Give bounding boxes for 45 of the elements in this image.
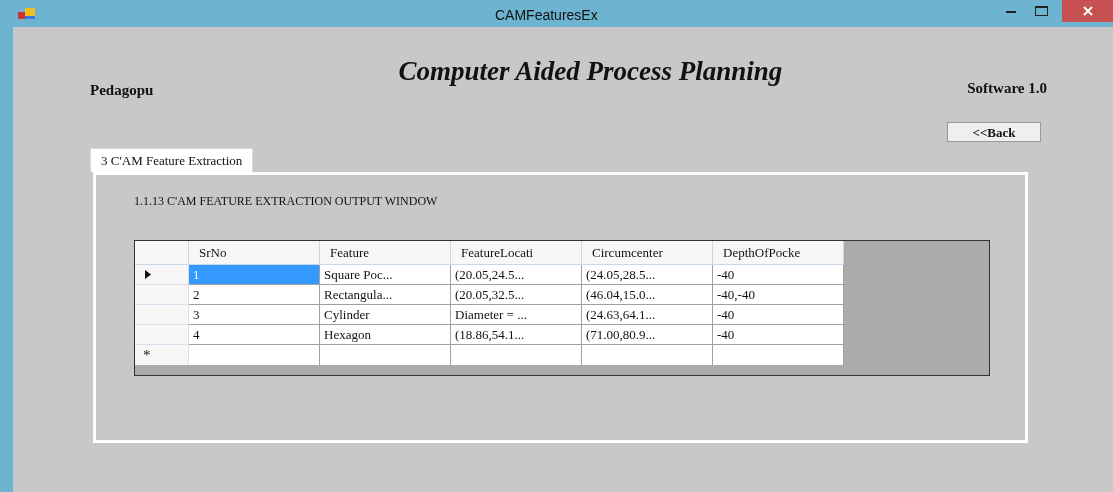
back-button[interactable]: <<Back [947,122,1041,142]
author-label: Pedagopu [90,81,154,100]
minimize-icon [1006,9,1016,13]
table-cell[interactable] [451,345,582,365]
table-cell[interactable]: (18.86,54.1... [451,325,582,345]
app-icon [18,7,36,20]
row-header[interactable] [135,265,189,285]
table-cell[interactable]: (71.00,80.9... [582,325,713,345]
table-cell[interactable]: -40,-40 [713,285,844,305]
new-row-marker: * [135,345,189,365]
table-cell[interactable]: (46.04,15.0... [582,285,713,305]
column-header[interactable]: DepthOfPocke [713,241,844,265]
column-header[interactable]: Circumcenter [582,241,713,265]
table-cell[interactable]: -40 [713,325,844,345]
column-header[interactable]: SrNo [189,241,320,265]
table-cell[interactable]: (20.05,32.5... [451,285,582,305]
column-header[interactable]: FeatureLocati [451,241,582,265]
table-cell[interactable] [713,345,844,365]
table-cell[interactable]: (24.63,64.1... [582,305,713,325]
table-cell[interactable]: Cylinder [320,305,451,325]
table-cell[interactable]: 2 [189,285,320,305]
current-row-icon [145,270,151,279]
table-cell[interactable]: (20.05,24.5... [451,265,582,285]
table-cell[interactable]: Rectangula... [320,285,451,305]
table-cell[interactable] [582,345,713,365]
table-cell[interactable]: -40 [713,305,844,325]
maximize-icon [1034,6,1048,16]
table-cell[interactable]: Square Poc... [320,265,451,285]
table-cell[interactable]: Hexagon [320,325,451,345]
table-cell[interactable]: 4 [189,325,320,345]
table-cell[interactable] [189,345,320,365]
panel-title: 1.1.13 C'AM FEATURE EXTRACTION OUTPUT WINDOW [134,193,439,210]
table-cell[interactable]: 3 [189,305,320,325]
column-header[interactable]: Feature [320,241,451,265]
tab[interactable]: 3 C'AM Feature Extraction [90,148,254,172]
close-icon [1082,6,1093,16]
table-cell[interactable] [320,345,451,365]
version-label: Software 1.0 [967,79,1047,98]
table-cell[interactable]: Diameter = ... [451,305,582,325]
table-cell[interactable]: -40 [713,265,844,285]
table-cell[interactable]: (24.05,28.5... [582,265,713,285]
header-cell [135,241,189,265]
app-heading: Computer Aided Process Planning [398,55,783,88]
window-title: CAMFeaturesEx [495,6,598,25]
close-button[interactable] [1062,0,1113,22]
